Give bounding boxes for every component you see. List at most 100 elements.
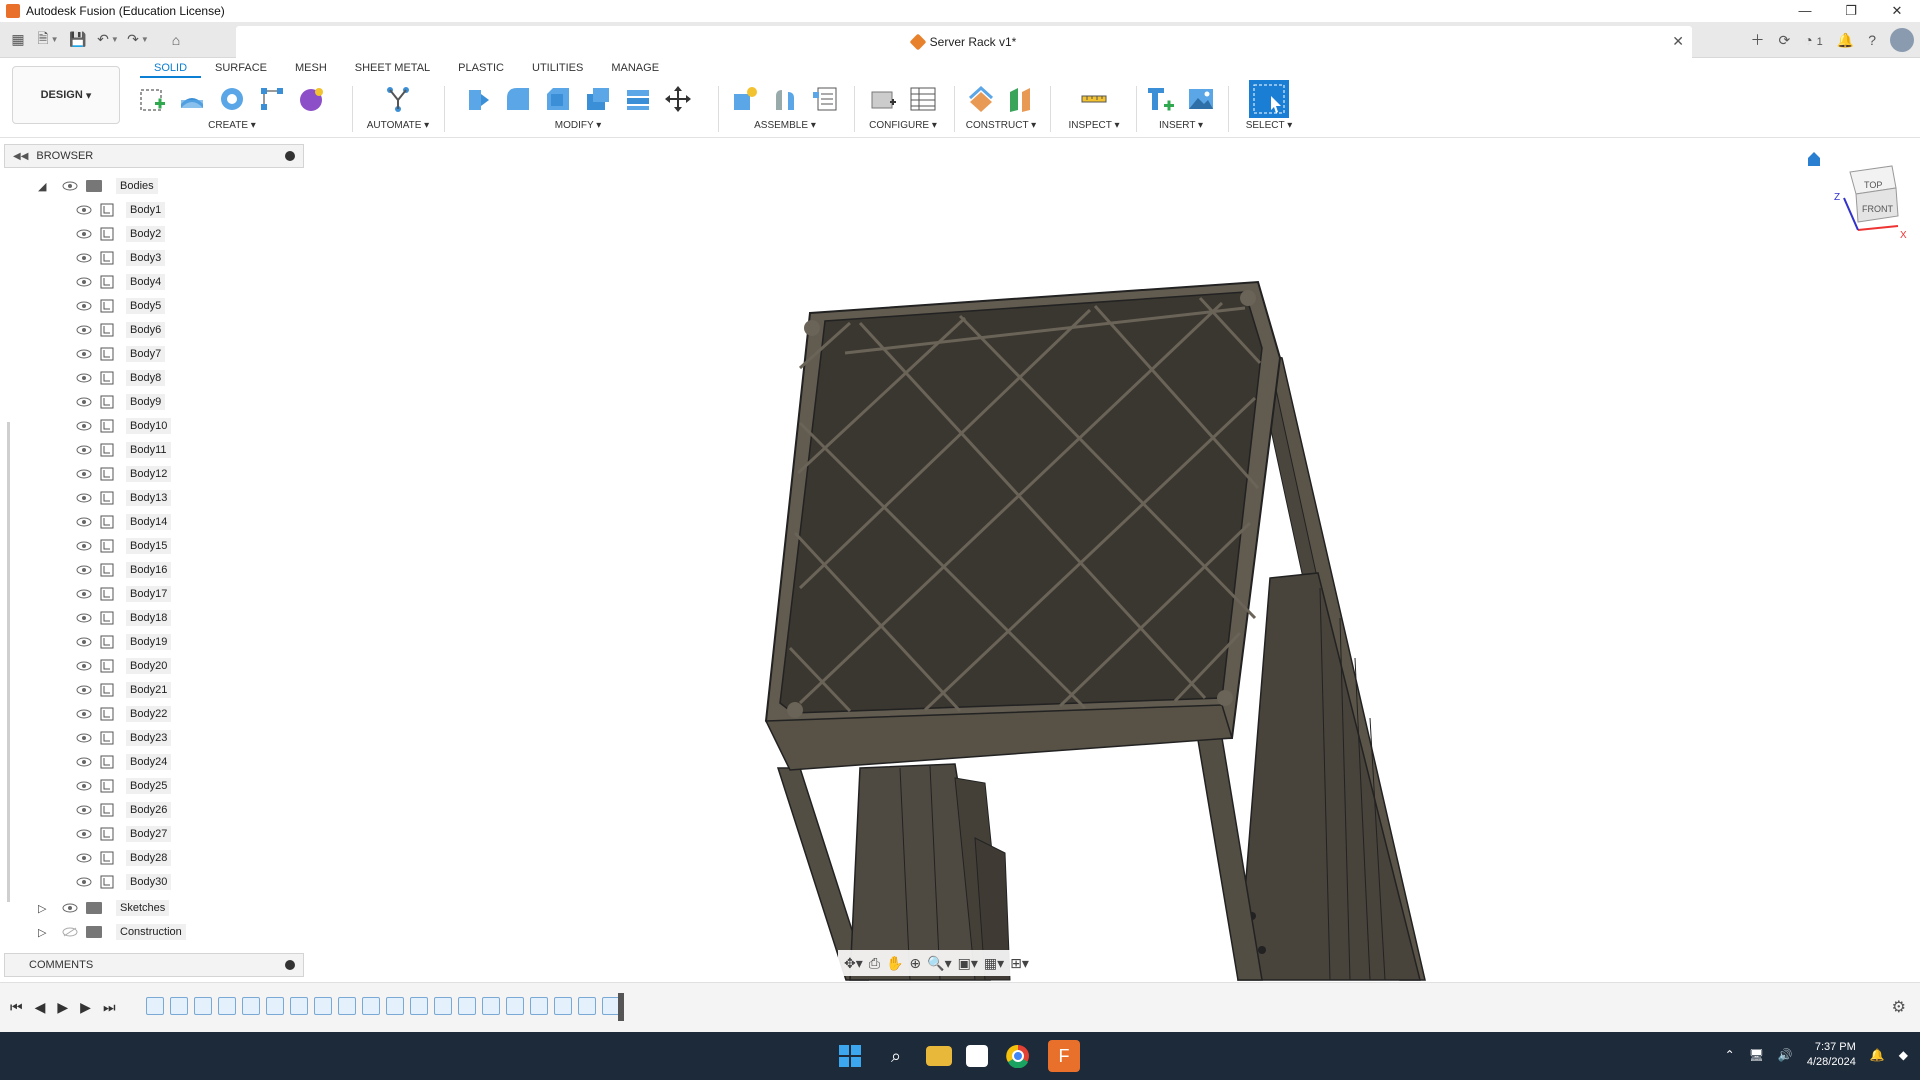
data-panel-grid-icon[interactable]: ▦: [6, 28, 30, 52]
timeline-feature-icon[interactable]: [146, 997, 164, 1015]
body-row[interactable]: Body10: [76, 416, 172, 436]
expand-construction-icon[interactable]: ▷: [38, 926, 52, 939]
insert-group-label[interactable]: INSERT ▾: [1140, 120, 1222, 131]
play-icon[interactable]: ▶: [57, 999, 68, 1016]
visibility-eye-icon[interactable]: [76, 205, 92, 215]
midplane-icon[interactable]: [1004, 82, 1038, 116]
timeline-feature-icon[interactable]: [338, 997, 356, 1015]
insert-derive-icon[interactable]: [1144, 82, 1178, 116]
add-comment-icon[interactable]: [285, 960, 295, 970]
visibility-eye-icon[interactable]: [76, 517, 92, 527]
timeline-feature-icon[interactable]: [314, 997, 332, 1015]
fusion-taskbar-icon[interactable]: F: [1048, 1040, 1080, 1072]
sketches-folder-row[interactable]: ▷ Sketches: [38, 898, 170, 918]
hidden-eye-icon[interactable]: [62, 927, 78, 937]
clock[interactable]: 7:37 PM 4/28/2024: [1807, 1040, 1856, 1070]
orbit-icon[interactable]: ✥▾: [844, 955, 863, 972]
timeline-feature-icon[interactable]: [530, 997, 548, 1015]
timeline-feature-icon[interactable]: [578, 997, 596, 1015]
timeline-feature-icon[interactable]: [434, 997, 452, 1015]
comments-panel-header[interactable]: COMMENTS: [4, 953, 304, 977]
timeline-settings-icon[interactable]: ⚙: [1892, 997, 1906, 1017]
body-row[interactable]: Body6: [76, 320, 166, 340]
fit-icon[interactable]: 🔍▾: [927, 955, 951, 972]
server-rack-model[interactable]: [0, 138, 1920, 982]
chamfer-icon[interactable]: [541, 82, 575, 116]
visibility-eye-icon[interactable]: [62, 903, 78, 913]
visibility-eye-icon[interactable]: [76, 397, 92, 407]
visibility-eye-icon[interactable]: [76, 565, 92, 575]
grid-settings-icon[interactable]: ▦▾: [984, 955, 1004, 972]
visibility-eye-icon[interactable]: [76, 277, 92, 287]
body-row[interactable]: Body28: [76, 848, 172, 868]
expand-sketches-icon[interactable]: ▷: [38, 902, 52, 915]
go-to-end-icon[interactable]: ⏭: [103, 999, 116, 1016]
close-window-button[interactable]: ✕: [1874, 0, 1920, 22]
visibility-eye-icon[interactable]: [76, 733, 92, 743]
body-row[interactable]: Body20: [76, 656, 172, 676]
step-forward-icon[interactable]: ▶: [80, 999, 91, 1016]
undo-icon[interactable]: ↶ ▼: [96, 28, 120, 52]
automate-icon[interactable]: [381, 82, 415, 116]
select-icon[interactable]: [1249, 80, 1289, 118]
visibility-eye-icon[interactable]: [62, 181, 78, 191]
create-group-label[interactable]: CREATE ▾: [132, 120, 332, 131]
timeline-feature-icon[interactable]: [242, 997, 260, 1015]
pan-icon[interactable]: ✋: [886, 955, 903, 972]
timeline-feature-icon[interactable]: [410, 997, 428, 1015]
tab-solid[interactable]: SOLID: [140, 58, 202, 78]
look-at-icon[interactable]: ⎙: [869, 955, 880, 972]
zoom-icon[interactable]: ⊕: [909, 955, 921, 972]
timeline-feature-icon[interactable]: [362, 997, 380, 1015]
home-tab-icon[interactable]: ⌂: [164, 28, 188, 52]
body-row[interactable]: Body30: [76, 872, 172, 892]
close-tab-icon[interactable]: ✕: [1672, 33, 1684, 50]
assemble-group-label[interactable]: ASSEMBLE ▾: [720, 120, 850, 131]
body-row[interactable]: Body15: [76, 536, 172, 556]
body-row[interactable]: Body11: [76, 440, 171, 460]
body-row[interactable]: Body22: [76, 704, 172, 724]
visibility-eye-icon[interactable]: [76, 805, 92, 815]
visibility-eye-icon[interactable]: [76, 445, 92, 455]
body-row[interactable]: Body24: [76, 752, 172, 772]
body-row[interactable]: Body26: [76, 800, 172, 820]
new-tab-icon[interactable]: ＋: [1751, 30, 1765, 50]
body-row[interactable]: Body3: [76, 248, 166, 268]
visibility-eye-icon[interactable]: [76, 589, 92, 599]
rectangular-pattern-icon[interactable]: [255, 82, 289, 116]
automate-group-label[interactable]: AUTOMATE ▾: [358, 120, 438, 131]
visibility-eye-icon[interactable]: [76, 541, 92, 551]
body-row[interactable]: Body1: [76, 200, 166, 220]
body-row[interactable]: Body8: [76, 368, 166, 388]
body-row[interactable]: Body7: [76, 344, 166, 364]
configure-group-label[interactable]: CONFIGURE ▾: [858, 120, 948, 131]
visibility-eye-icon[interactable]: [76, 301, 92, 311]
extensions-icon[interactable]: ⟳: [1779, 32, 1791, 49]
combine-icon[interactable]: [621, 82, 655, 116]
body-row[interactable]: Body19: [76, 632, 172, 652]
timeline-feature-icon[interactable]: [386, 997, 404, 1015]
browser-pin-icon[interactable]: [285, 151, 295, 161]
visibility-eye-icon[interactable]: [76, 757, 92, 767]
configuration-table-icon[interactable]: [906, 82, 940, 116]
save-icon[interactable]: 💾: [66, 28, 90, 52]
joint-icon[interactable]: [768, 82, 802, 116]
job-status-icon[interactable]: ◔ 1: [1804, 32, 1822, 48]
body-row[interactable]: Body5: [76, 296, 166, 316]
body-row[interactable]: Body18: [76, 608, 172, 628]
visibility-eye-icon[interactable]: [76, 349, 92, 359]
body-row[interactable]: Body2: [76, 224, 166, 244]
view-cube[interactable]: TOP FRONT X Z: [1800, 150, 1910, 250]
body-row[interactable]: Body14: [76, 512, 172, 532]
timeline-feature-icon[interactable]: [482, 997, 500, 1015]
tab-plastic[interactable]: PLASTIC: [444, 58, 518, 78]
redo-icon[interactable]: ↷ ▼: [126, 28, 150, 52]
press-pull-icon[interactable]: [461, 82, 495, 116]
show-hidden-icons[interactable]: ⌃: [1725, 1048, 1735, 1062]
search-icon[interactable]: ⌕: [880, 1040, 912, 1072]
timeline-feature-icon[interactable]: [266, 997, 284, 1015]
body-row[interactable]: Body27: [76, 824, 172, 844]
browser-scrollbar[interactable]: [7, 422, 10, 902]
visibility-eye-icon[interactable]: [76, 373, 92, 383]
configure-model-icon[interactable]: [866, 82, 900, 116]
